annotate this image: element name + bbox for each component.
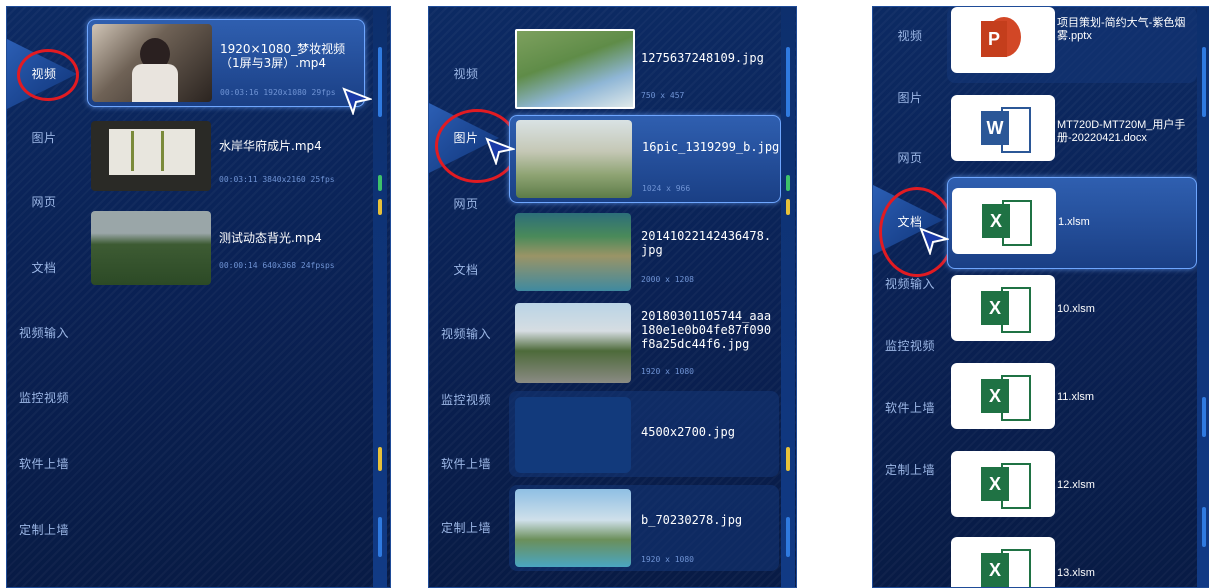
file-meta: 1920 x 1080 bbox=[641, 367, 694, 376]
file-meta: 750 x 457 bbox=[641, 91, 685, 100]
list-item[interactable]: 1920×1080_梦妆视频（1屏与3屏）.mp4 00:03:16 1920x… bbox=[87, 19, 365, 107]
category-sidebar: 视频 图片 网页 文档 视频输入 监控视频 软件上墙 定制上墙 bbox=[429, 7, 503, 587]
image-thumbnail bbox=[516, 120, 632, 198]
image-thumbnail bbox=[515, 489, 631, 567]
excel-icon: X bbox=[951, 275, 1055, 341]
sidebar-item-software-wall[interactable]: 软件上墙 bbox=[7, 455, 81, 472]
image-thumbnail bbox=[515, 29, 635, 109]
file-name: 项目策划-简约大气-紫色烟雾.pptx bbox=[1057, 17, 1186, 42]
sidebar-item-web[interactable]: 网页 bbox=[7, 193, 81, 210]
pointer-cursor-icon bbox=[919, 227, 949, 255]
sidebar-item-video-input[interactable]: 视频输入 bbox=[7, 324, 81, 341]
pointer-cursor-icon bbox=[342, 87, 372, 115]
file-name: 11.xlsm bbox=[1057, 391, 1095, 403]
highlight-circle bbox=[17, 49, 79, 101]
sidebar-item-software-wall[interactable]: 软件上墙 bbox=[873, 399, 947, 416]
image-thumbnail bbox=[515, 303, 631, 383]
list-item[interactable]: 20180301105744_aaa180e1e0b04fe87f090f8a2… bbox=[509, 301, 779, 387]
excel-icon: X bbox=[951, 537, 1055, 587]
video-thumbnail bbox=[92, 24, 212, 102]
file-meta: 00:00:14 640x368 24fpsps bbox=[219, 261, 335, 270]
sidebar-item-monitor-video[interactable]: 监控视频 bbox=[873, 337, 947, 354]
scroll-rail[interactable] bbox=[781, 7, 795, 587]
file-name: 20141022142436478.jpg bbox=[641, 229, 772, 257]
scroll-rail[interactable] bbox=[373, 7, 387, 587]
file-name: 12.xlsm bbox=[1057, 479, 1095, 491]
list-item[interactable]: 水岸华府成片.mp4 00:03:11 3840x2160 25fps bbox=[87, 117, 363, 197]
list-item[interactable]: X 11.xlsm bbox=[947, 359, 1197, 439]
sidebar-item-custom-wall[interactable]: 定制上墙 bbox=[7, 521, 81, 538]
file-meta: 1920 x 1080 bbox=[641, 555, 694, 564]
list-item[interactable]: 4500x2700.jpg bbox=[509, 391, 779, 477]
sidebar-item-custom-wall[interactable]: 定制上墙 bbox=[429, 519, 503, 536]
file-name: 1.xlsm bbox=[1058, 216, 1090, 228]
file-name: 测试动态背光.mp4 bbox=[219, 231, 322, 245]
file-list: P 项目策划-简约大气-紫色烟雾.pptx W MT720D-MT720M_用户… bbox=[947, 7, 1197, 587]
excel-icon: X bbox=[951, 363, 1055, 429]
video-thumbnail bbox=[91, 121, 211, 191]
file-name: 1275637248109.jpg bbox=[641, 51, 764, 65]
word-icon: W bbox=[951, 95, 1055, 161]
file-name: 1920×1080_梦妆视频（1屏与3屏）.mp4 bbox=[220, 42, 346, 70]
file-name: 13.xlsm bbox=[1057, 567, 1095, 579]
sidebar-item-web[interactable]: 网页 bbox=[873, 149, 947, 166]
sidebar-item-monitor-video[interactable]: 监控视频 bbox=[7, 389, 81, 406]
list-item[interactable]: X 1.xlsm bbox=[947, 177, 1197, 269]
sidebar-item-image[interactable]: 图片 bbox=[7, 129, 81, 146]
file-meta: 00:03:16 1920x1080 29fps bbox=[220, 88, 336, 97]
sidebar-item-video[interactable]: 视频 bbox=[429, 65, 503, 82]
powerpoint-icon: P bbox=[951, 7, 1055, 73]
list-item[interactable]: W MT720D-MT720M_用户手册-20220421.docx bbox=[947, 91, 1197, 171]
image-thumbnail bbox=[515, 397, 631, 473]
file-name: 20180301105744_aaa180e1e0b04fe87f090f8a2… bbox=[641, 309, 772, 351]
sidebar-item-document[interactable]: 文档 bbox=[429, 261, 503, 278]
sidebar-item-software-wall[interactable]: 软件上墙 bbox=[429, 455, 503, 472]
list-item[interactable]: X 12.xlsm bbox=[947, 447, 1197, 527]
file-list: 1275637248109.jpg 750 x 457 16pic_131929… bbox=[509, 7, 781, 587]
sidebar-item-video-input[interactable]: 视频输入 bbox=[873, 275, 947, 292]
video-thumbnail bbox=[91, 211, 211, 285]
file-name: 16pic_1319299_b.jpg bbox=[642, 140, 780, 154]
list-item[interactable]: 测试动态背光.mp4 00:00:14 640x368 24fpsps bbox=[87, 207, 363, 289]
image-panel: 视频 图片 网页 文档 视频输入 监控视频 软件上墙 定制上墙 12756372… bbox=[428, 6, 797, 588]
category-sidebar: 视频 图片 网页 文档 视频输入 监控视频 软件上墙 定制上墙 bbox=[873, 7, 947, 587]
file-meta: 1024 x 966 bbox=[642, 184, 691, 193]
sidebar-item-custom-wall[interactable]: 定制上墙 bbox=[873, 461, 947, 478]
list-item[interactable]: b_70230278.jpg 1920 x 1080 bbox=[509, 485, 779, 571]
pointer-cursor-icon bbox=[485, 137, 515, 165]
file-name: b_70230278.jpg bbox=[641, 513, 743, 527]
scroll-rail[interactable] bbox=[1197, 7, 1209, 587]
file-meta: 2000 x 1208 bbox=[641, 275, 694, 284]
list-item[interactable]: X 13.xlsm bbox=[947, 533, 1197, 587]
list-item[interactable]: 20141022142436478.jpg 2000 x 1208 bbox=[509, 211, 779, 293]
list-item[interactable]: X 10.xlsm bbox=[947, 271, 1197, 351]
file-name: 水岸华府成片.mp4 bbox=[219, 139, 322, 153]
sidebar-item-monitor-video[interactable]: 监控视频 bbox=[429, 391, 503, 408]
sidebar-item-document[interactable]: 文档 bbox=[7, 259, 81, 276]
list-item[interactable]: 16pic_1319299_b.jpg 1024 x 966 bbox=[509, 115, 781, 203]
file-name: 4500x2700.jpg bbox=[641, 425, 735, 439]
file-list: 1920×1080_梦妆视频（1屏与3屏）.mp4 00:03:16 1920x… bbox=[85, 7, 365, 587]
sidebar-item-video-input[interactable]: 视频输入 bbox=[429, 325, 503, 342]
list-item[interactable]: P 项目策划-简约大气-紫色烟雾.pptx bbox=[947, 7, 1197, 83]
file-meta: 00:03:11 3840x2160 25fps bbox=[219, 175, 335, 184]
sidebar-item-web[interactable]: 网页 bbox=[429, 195, 503, 212]
document-panel: 视频 图片 网页 文档 视频输入 监控视频 软件上墙 定制上墙 P 项目策划-简… bbox=[872, 6, 1209, 588]
excel-icon: X bbox=[951, 451, 1055, 517]
video-panel: 视频 图片 网页 文档 视频输入 监控视频 软件上墙 定制上墙 1920×108… bbox=[6, 6, 391, 588]
excel-icon: X bbox=[952, 188, 1056, 254]
image-thumbnail bbox=[515, 213, 631, 291]
file-name: MT720D-MT720M_用户手册-20220421.docx bbox=[1057, 119, 1186, 144]
sidebar-item-image[interactable]: 图片 bbox=[873, 89, 947, 106]
list-item[interactable]: 1275637248109.jpg 750 x 457 bbox=[509, 25, 779, 109]
sidebar-item-video[interactable]: 视频 bbox=[873, 27, 947, 44]
file-name: 10.xlsm bbox=[1057, 303, 1095, 315]
